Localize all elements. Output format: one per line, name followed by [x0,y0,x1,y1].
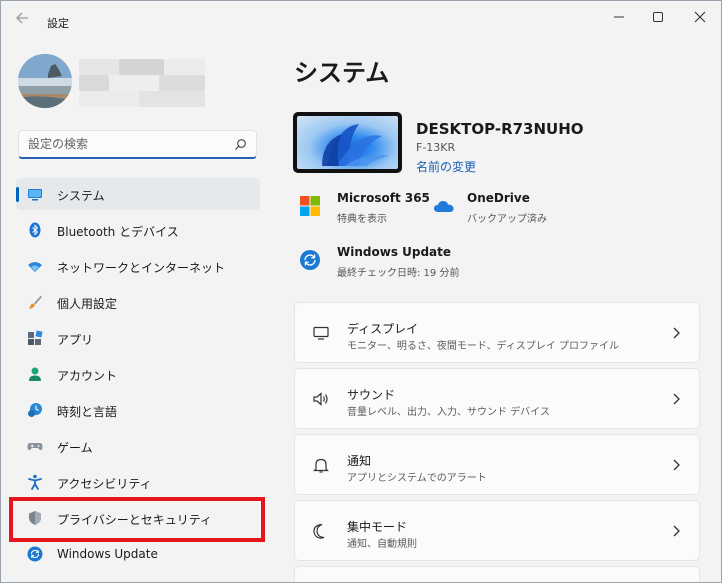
bluetooth-icon [29,222,41,238]
card-title: ディスプレイ [347,322,419,336]
sidebar-item-label: アカウント [57,369,118,383]
sidebar-item-personalization[interactable]: 個人用設定 [16,286,260,318]
chevron-right-icon [673,393,680,405]
microsoft-365-tile[interactable]: Microsoft 365 特典を表示 [299,191,439,231]
sidebar-item-label: システム [57,189,105,203]
avatar[interactable] [18,54,72,108]
tile-title: Windows Update [337,245,452,259]
sound-card[interactable]: サウンド 音量レベル、出力、入力、サウンド デバイス [294,368,700,429]
sidebar-item-time-language[interactable]: 時刻と言語 [16,394,260,426]
bell-icon [313,458,329,473]
rename-link[interactable]: 名前の変更 [416,158,476,175]
app-title: 設定 [47,17,69,30]
card-title: 集中モード [347,520,408,534]
sidebar-item-label: Bluetooth とデバイス [57,225,179,239]
sidebar-item-apps[interactable]: アプリ [16,322,260,354]
chevron-right-icon [673,525,680,537]
onedrive-tile[interactable]: OneDrive バックアップ済み [433,191,573,231]
next-card-partial[interactable] [294,566,700,582]
display-icon [313,326,329,340]
brush-icon [29,295,42,309]
tile-title: Microsoft 365 [337,191,430,205]
display-card[interactable]: ディスプレイ モニター、明るさ、夜間モード、ディスプレイ プロファイル [294,302,700,363]
page-title: システム [294,59,390,87]
sidebar-item-windows-update[interactable]: Windows Update [16,538,260,570]
sidebar-item-gaming[interactable]: ゲーム [16,430,260,462]
cloud-icon [434,201,454,212]
sidebar-item-label: Windows Update [57,547,158,561]
sidebar-item-label: 時刻と言語 [57,405,118,419]
card-subtitle: 音量レベル、出力、入力、サウンド デバイス [347,407,550,418]
notifications-card[interactable]: 通知 アプリとシステムでのアラート [294,434,700,495]
settings-window: 設定 設定の検索 システム Bluetooth とデバイス ネットワークとインタ… [0,0,722,583]
tile-subtitle: 最終チェック日時: 19 分前 [337,268,460,279]
device-name: DESKTOP-R73NUHO [416,120,584,138]
card-subtitle: アプリとシステムでのアラート [347,473,487,484]
tile-subtitle: バックアップ済み [467,214,547,225]
card-title: 通知 [347,454,372,468]
search-box[interactable] [18,130,257,159]
maximize-icon [653,12,663,22]
tile-title: OneDrive [467,191,530,205]
update-icon [300,250,320,270]
moon-icon [313,523,325,539]
sidebar-item-label: アプリ [57,333,94,347]
person-icon [29,367,41,381]
sidebar-item-label: ネットワークとインターネット [57,261,226,275]
sidebar-item-network[interactable]: ネットワークとインターネット [16,250,260,282]
search-icon[interactable] [234,138,247,151]
sidebar-item-accounts[interactable]: アカウント [16,358,260,390]
card-subtitle: 通知、自動規則 [347,539,417,550]
minimize-button[interactable] [604,7,634,27]
profile-name-blurred [79,59,205,107]
gamepad-icon [27,443,43,451]
windows-update-tile[interactable]: Windows Update 最終チェック日時: 19 分前 [299,245,499,285]
chevron-right-icon [673,327,680,339]
search-input[interactable] [28,137,218,151]
accessibility-icon [28,474,42,490]
back-button[interactable] [13,10,33,26]
sidebar-item-label: 個人用設定 [57,297,118,311]
card-title: サウンド [347,388,396,402]
avatar-photo [18,54,72,108]
wifi-icon [28,262,42,272]
sidebar-item-accessibility[interactable]: アクセシビリティ [16,466,260,498]
device-model: F-13KR [416,141,456,154]
title-bar: 設定 [1,1,721,35]
sidebar-item-bluetooth[interactable]: Bluetooth とデバイス [16,214,260,246]
microsoft-logo-icon [300,196,320,216]
focus-mode-card[interactable]: 集中モード 通知、自動規則 [294,500,700,561]
maximize-button[interactable] [643,7,673,27]
update-icon [27,546,43,562]
wallpaper-bloom-image [322,124,389,166]
minimize-icon [614,16,624,18]
sidebar-item-label: アクセシビリティ [57,477,152,491]
annotation-highlight-box [9,497,265,542]
device-thumbnail [293,112,402,173]
sidebar-item-system[interactable]: システム [16,178,260,210]
close-button[interactable] [685,7,715,27]
sidebar-item-label: ゲーム [57,441,93,455]
apps-icon [28,330,43,345]
arrow-left-icon [16,12,28,24]
monitor-icon [28,189,42,201]
tile-subtitle: 特典を表示 [337,214,387,225]
clock-globe-icon [28,403,42,417]
speaker-icon [313,392,328,406]
card-subtitle: モニター、明るさ、夜間モード、ディスプレイ プロファイル [347,341,619,352]
chevron-right-icon [673,459,680,471]
settings-cards: ディスプレイ モニター、明るさ、夜間モード、ディスプレイ プロファイル サウンド… [294,302,700,582]
close-icon [694,11,706,23]
